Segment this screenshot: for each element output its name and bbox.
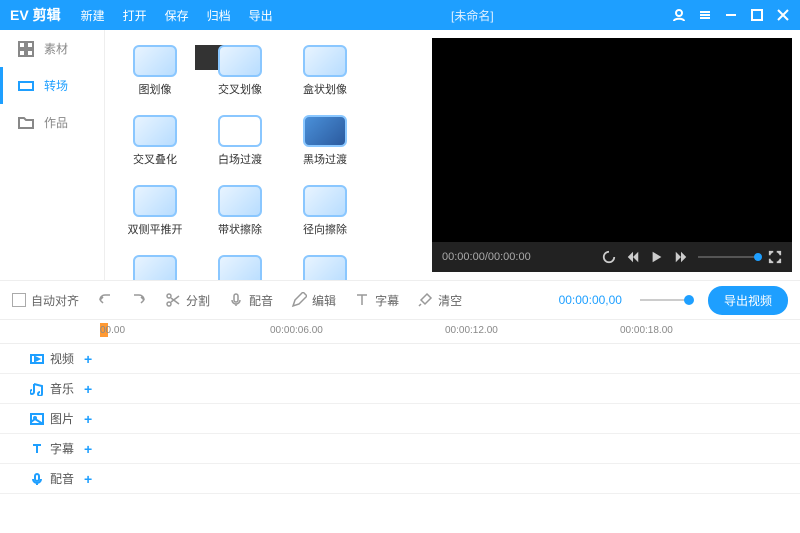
track-row[interactable]: 字幕+ [0, 434, 800, 464]
window-controls [672, 8, 790, 22]
ruler-tick: 00:00:12.00 [445, 325, 498, 336]
export-button[interactable]: 导出视频 [708, 286, 788, 315]
main-menu: 新建 打开 保存 归档 导出 [81, 7, 273, 24]
add-track-button[interactable]: + [84, 381, 92, 397]
main-area: 素材 转场 作品 图划像 交叉划像 盒状划像 交叉叠化 白场过渡 黑场过渡 双侧… [0, 30, 800, 280]
transition-item[interactable]: 盒状划像 [285, 45, 365, 105]
transition-item[interactable]: 带状擦除 [200, 185, 280, 245]
auto-align-toggle[interactable]: 自动对齐 [12, 292, 79, 309]
dub-tool[interactable]: 配音 [228, 292, 273, 309]
timecode-display: 00:00:00,00 [559, 293, 622, 307]
document-title: [未命名] [273, 7, 672, 24]
menu-save[interactable]: 保存 [165, 7, 189, 24]
tracks-area: 视频+ 音乐+ 图片+ 字幕+ 配音+ [0, 344, 800, 494]
add-track-button[interactable]: + [84, 471, 92, 487]
ruler-tick: 00:00:18.00 [620, 325, 673, 336]
transition-item[interactable]: 交叉叠化 [115, 115, 195, 175]
transition-item[interactable] [115, 255, 195, 280]
fullscreen-icon[interactable] [768, 250, 782, 264]
transition-item[interactable]: 白场过渡 [200, 115, 280, 175]
preview-controls: 00:00:00/00:00:00 [432, 242, 792, 272]
ruler-tick: 00.00 [100, 325, 125, 336]
track-label: 字幕+ [0, 440, 100, 457]
track-label: 配音+ [0, 470, 100, 487]
text-icon [354, 292, 370, 308]
mic-icon [228, 292, 244, 308]
track-label: 图片+ [0, 410, 100, 427]
loop-icon[interactable] [602, 250, 616, 264]
time-display: 00:00:00/00:00:00 [442, 251, 531, 263]
timeline-ruler[interactable]: 00.00 00:00:06.00 00:00:12.00 00:00:18.00 [0, 320, 800, 344]
track-row[interactable]: 配音+ [0, 464, 800, 494]
track-row[interactable]: 图片+ [0, 404, 800, 434]
track-icon [30, 442, 44, 456]
minimize-icon[interactable] [724, 8, 738, 22]
add-track-button[interactable]: + [84, 351, 92, 367]
split-tool[interactable]: 分割 [165, 292, 210, 309]
menu-archive[interactable]: 归档 [207, 7, 231, 24]
transition-item[interactable] [200, 255, 280, 280]
sidebar-item-works[interactable]: 作品 [0, 104, 104, 141]
pencil-icon [291, 292, 307, 308]
preview-panel: 00:00:00/00:00:00 [432, 38, 792, 272]
user-icon[interactable] [672, 8, 686, 22]
sidebar-item-transitions[interactable]: 转场 [0, 67, 104, 104]
transition-item[interactable] [285, 255, 365, 280]
transition-item[interactable]: 双侧平推开 [115, 185, 195, 245]
transitions-grid: 图划像 交叉划像 盒状划像 交叉叠化 白场过渡 黑场过渡 双侧平推开 带状擦除 … [105, 30, 432, 280]
menu-icon[interactable] [698, 8, 712, 22]
zoom-slider[interactable] [640, 299, 690, 301]
track-icon [30, 382, 44, 396]
transition-item[interactable]: 图划像 [115, 45, 195, 105]
track-row[interactable]: 音乐+ [0, 374, 800, 404]
edit-tool[interactable]: 编辑 [291, 292, 336, 309]
add-track-button[interactable]: + [84, 441, 92, 457]
menu-open[interactable]: 打开 [123, 7, 147, 24]
rewind-icon[interactable] [626, 250, 640, 264]
clear-tool[interactable]: 清空 [417, 292, 462, 309]
track-icon [30, 412, 44, 426]
redo-icon[interactable] [131, 292, 147, 308]
volume-slider[interactable] [698, 256, 758, 258]
forward-icon[interactable] [674, 250, 688, 264]
transition-item[interactable]: 黑场过渡 [285, 115, 365, 175]
track-icon [30, 352, 44, 366]
sidebar-item-material[interactable]: 素材 [0, 30, 104, 67]
transition-item[interactable]: 径向擦除 [285, 185, 365, 245]
sidebar-label: 作品 [44, 114, 68, 131]
app-logo: EV 剪辑 [10, 5, 61, 25]
video-preview[interactable] [432, 38, 792, 242]
add-track-button[interactable]: + [84, 411, 92, 427]
subtitle-tool[interactable]: 字幕 [354, 292, 399, 309]
sidebar-label: 转场 [44, 77, 68, 94]
undo-icon[interactable] [97, 292, 113, 308]
track-label: 视频+ [0, 350, 100, 367]
play-icon[interactable] [650, 250, 664, 264]
sidebar: 素材 转场 作品 [0, 30, 105, 280]
track-icon [30, 472, 44, 486]
track-label: 音乐+ [0, 380, 100, 397]
transition-icon [18, 78, 34, 94]
menu-export[interactable]: 导出 [249, 7, 273, 24]
grid-icon [18, 41, 34, 57]
broom-icon [417, 292, 433, 308]
header: EV 剪辑 新建 打开 保存 归档 导出 [未命名] [0, 0, 800, 30]
track-row[interactable]: 视频+ [0, 344, 800, 374]
maximize-icon[interactable] [750, 8, 764, 22]
folder-icon [18, 115, 34, 131]
ruler-tick: 00:00:06.00 [270, 325, 323, 336]
scissors-icon [165, 292, 181, 308]
close-icon[interactable] [776, 8, 790, 22]
sidebar-label: 素材 [44, 40, 68, 57]
menu-new[interactable]: 新建 [81, 7, 105, 24]
toolbar: 自动对齐 分割 配音 编辑 字幕 清空 00:00:00,00 导出视频 [0, 280, 800, 320]
